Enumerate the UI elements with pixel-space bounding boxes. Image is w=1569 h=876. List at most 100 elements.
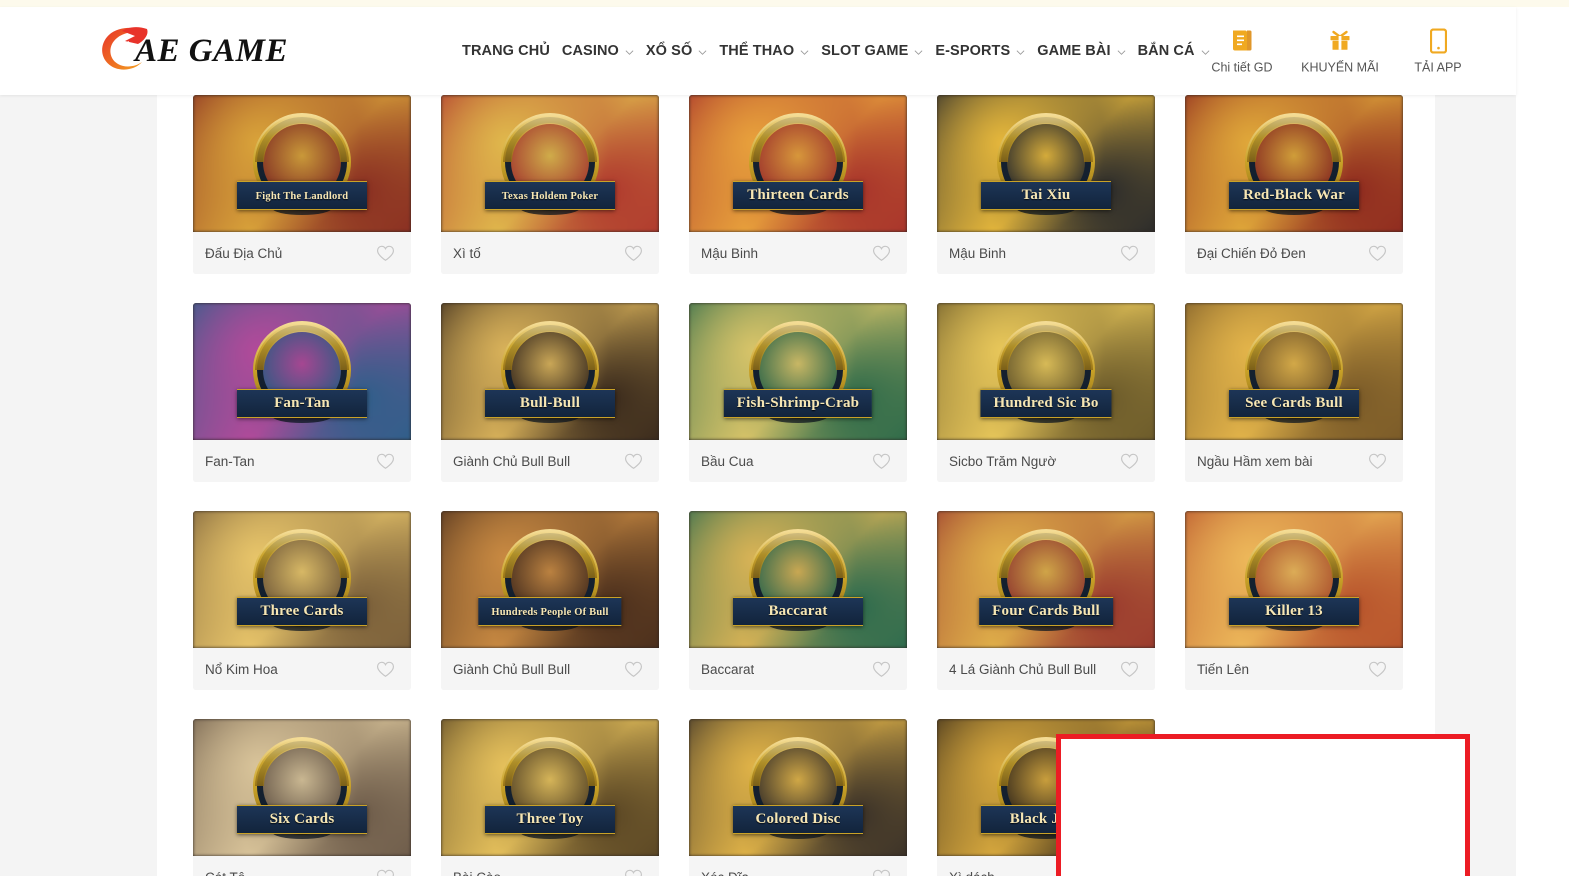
- favorite-heart-icon[interactable]: [375, 867, 395, 876]
- scrollbar-gutter[interactable]: [1516, 7, 1569, 876]
- favorite-heart-icon[interactable]: [1119, 243, 1139, 263]
- game-thumbnail[interactable]: Six Cards: [193, 719, 411, 856]
- game-banner: Killer 13: [1229, 596, 1359, 626]
- game-card[interactable]: Baccarat Baccarat: [689, 511, 907, 690]
- promotions-button[interactable]: KHUYẾN MÃI: [1301, 28, 1379, 75]
- game-thumbnail[interactable]: Bull-Bull: [441, 303, 659, 440]
- game-card[interactable]: Six Cards Cát Tê: [193, 719, 411, 876]
- game-thumbnail[interactable]: Fight The Landlord: [193, 95, 411, 232]
- favorite-heart-icon[interactable]: [1367, 659, 1387, 679]
- favorite-heart-icon[interactable]: [1367, 451, 1387, 471]
- game-thumbnail[interactable]: Three Cards: [193, 511, 411, 648]
- favorite-heart-icon[interactable]: [871, 659, 891, 679]
- game-caption: Đấu Địa Chủ: [193, 232, 411, 274]
- favorite-heart-icon[interactable]: [1367, 243, 1387, 263]
- gift-icon: [1328, 28, 1352, 54]
- game-banner-text: Fish-Shrimp-Crab: [736, 394, 860, 411]
- content-container: Fight The Landlord Đấu Địa Chủ Texas Hol…: [157, 95, 1470, 876]
- game-banner-text: Fight The Landlord: [255, 191, 349, 202]
- site-logo[interactable]: AE GAME: [95, 23, 288, 79]
- game-name: Fan-Tan: [205, 453, 255, 469]
- favorite-heart-icon[interactable]: [1119, 659, 1139, 679]
- game-name: Nổ Kim Hoa: [205, 661, 278, 677]
- favorite-heart-icon[interactable]: [871, 243, 891, 263]
- nav-item-xo-so[interactable]: XỔ SỐ: [646, 43, 707, 59]
- main-navigation: TRANG CHỦ CASINO XỔ SỐ THỂ THAO SLOT GAM…: [462, 43, 1210, 59]
- game-thumbnail[interactable]: Fan-Tan: [193, 303, 411, 440]
- game-card[interactable]: Texas Holdem Poker Xì tố: [441, 95, 659, 274]
- chevron-down-icon: [800, 48, 809, 57]
- game-name: Sicbo Trăm Ngườ: [949, 453, 1057, 469]
- nav-item-casino[interactable]: CASINO: [562, 43, 634, 59]
- game-thumbnail[interactable]: Killer 13: [1185, 511, 1403, 648]
- game-banner: Fan-Tan: [237, 388, 367, 418]
- game-card[interactable]: Three Toy Bài Cào: [441, 719, 659, 876]
- game-card[interactable]: Tai Xiu Mậu Binh: [937, 95, 1155, 274]
- game-card[interactable]: Fight The Landlord Đấu Địa Chủ: [193, 95, 411, 274]
- game-caption: Nổ Kim Hoa: [193, 648, 411, 690]
- favorite-heart-icon[interactable]: [623, 659, 643, 679]
- nav-item-the-thao[interactable]: THỂ THAO: [719, 43, 809, 59]
- favorite-heart-icon[interactable]: [1119, 451, 1139, 471]
- game-banner: Texas Holdem Poker: [485, 181, 615, 210]
- game-card[interactable]: Hundred Sic Bo Sicbo Trăm Ngườ: [937, 303, 1155, 482]
- nav-item-e-sports[interactable]: E-SPORTS: [935, 43, 1025, 59]
- favorite-heart-icon[interactable]: [375, 451, 395, 471]
- game-card[interactable]: Killer 13 Tiến Lên: [1185, 511, 1403, 690]
- game-thumbnail[interactable]: Texas Holdem Poker: [441, 95, 659, 232]
- game-thumbnail[interactable]: Colored Disc: [689, 719, 907, 856]
- game-name: Mậu Binh: [949, 245, 1007, 261]
- game-banner-text: Three Toy: [516, 810, 584, 827]
- game-thumbnail[interactable]: Fish-Shrimp-Crab: [689, 303, 907, 440]
- game-thumbnail[interactable]: Thirteen Cards: [689, 95, 907, 232]
- favorite-heart-icon[interactable]: [871, 451, 891, 471]
- game-card[interactable]: Fish-Shrimp-Crab Bầu Cua: [689, 303, 907, 482]
- favorite-heart-icon[interactable]: [623, 243, 643, 263]
- game-banner: Three Toy: [485, 804, 615, 834]
- nav-label: XỔ SỐ: [645, 43, 693, 59]
- game-card[interactable]: Colored Disc Xóc Đĩa: [689, 719, 907, 876]
- game-card[interactable]: Thirteen Cards Mậu Binh: [689, 95, 907, 274]
- favorite-heart-icon[interactable]: [623, 867, 643, 876]
- game-card[interactable]: Hundreds People Of Bull Giành Chủ Bull B…: [441, 511, 659, 690]
- favorite-heart-icon[interactable]: [375, 659, 395, 679]
- game-card[interactable]: Fan-Tan Fan-Tan: [193, 303, 411, 482]
- favorite-heart-icon[interactable]: [375, 243, 395, 263]
- game-banner-text: Red-Black War: [1243, 186, 1345, 203]
- logo-text: AE GAME: [135, 32, 288, 69]
- nav-item-ban-ca[interactable]: BẮN CÁ: [1138, 43, 1210, 59]
- game-thumbnail[interactable]: Baccarat: [689, 511, 907, 648]
- game-thumbnail[interactable]: Red-Black War: [1185, 95, 1403, 232]
- game-thumbnail[interactable]: Hundred Sic Bo: [937, 303, 1155, 440]
- game-card[interactable]: Four Cards Bull 4 Lá Giành Chủ Bull Bull: [937, 511, 1155, 690]
- chevron-down-icon: [698, 48, 707, 57]
- game-card[interactable]: See Cards Bull Ngầu Hầm xem bài: [1185, 303, 1403, 482]
- game-thumbnail[interactable]: Four Cards Bull: [937, 511, 1155, 648]
- game-name: Cát Tê: [205, 870, 245, 876]
- download-app-button[interactable]: TẢI APP: [1406, 28, 1470, 75]
- game-thumbnail[interactable]: Tai Xiu: [937, 95, 1155, 232]
- transaction-details-button[interactable]: Chi tiết GD: [1210, 28, 1274, 75]
- chevron-down-icon: [1016, 48, 1025, 57]
- game-thumbnail[interactable]: See Cards Bull: [1185, 303, 1403, 440]
- game-banner: Bull-Bull: [485, 388, 615, 418]
- nav-item-slot-game[interactable]: SLOT GAME: [821, 43, 923, 59]
- chevron-down-icon: [625, 48, 634, 57]
- nav-item-game-bai[interactable]: GAME BÀI: [1037, 43, 1126, 59]
- game-thumbnail[interactable]: Three Toy: [441, 719, 659, 856]
- game-name: Bài Cào: [453, 870, 501, 876]
- game-thumbnail[interactable]: Hundreds People Of Bull: [441, 511, 659, 648]
- favorite-heart-icon[interactable]: [871, 867, 891, 876]
- game-card[interactable]: Three Cards Nổ Kim Hoa: [193, 511, 411, 690]
- favorite-heart-icon[interactable]: [623, 451, 643, 471]
- game-banner: Fight The Landlord: [237, 181, 367, 210]
- game-banner: Fish-Shrimp-Crab: [723, 388, 873, 418]
- nav-item-trang-chu[interactable]: TRANG CHỦ: [462, 43, 550, 59]
- game-banner: Tai Xiu: [981, 180, 1111, 210]
- game-banner-text: Colored Disc: [755, 810, 841, 827]
- game-caption: Baccarat: [689, 648, 907, 690]
- game-card[interactable]: Red-Black War Đại Chiến Đỏ Đen: [1185, 95, 1403, 274]
- game-card[interactable]: Bull-Bull Giành Chủ Bull Bull: [441, 303, 659, 482]
- action-label: KHUYẾN MÃI: [1301, 60, 1379, 75]
- game-name: Đại Chiến Đỏ Đen: [1197, 245, 1306, 261]
